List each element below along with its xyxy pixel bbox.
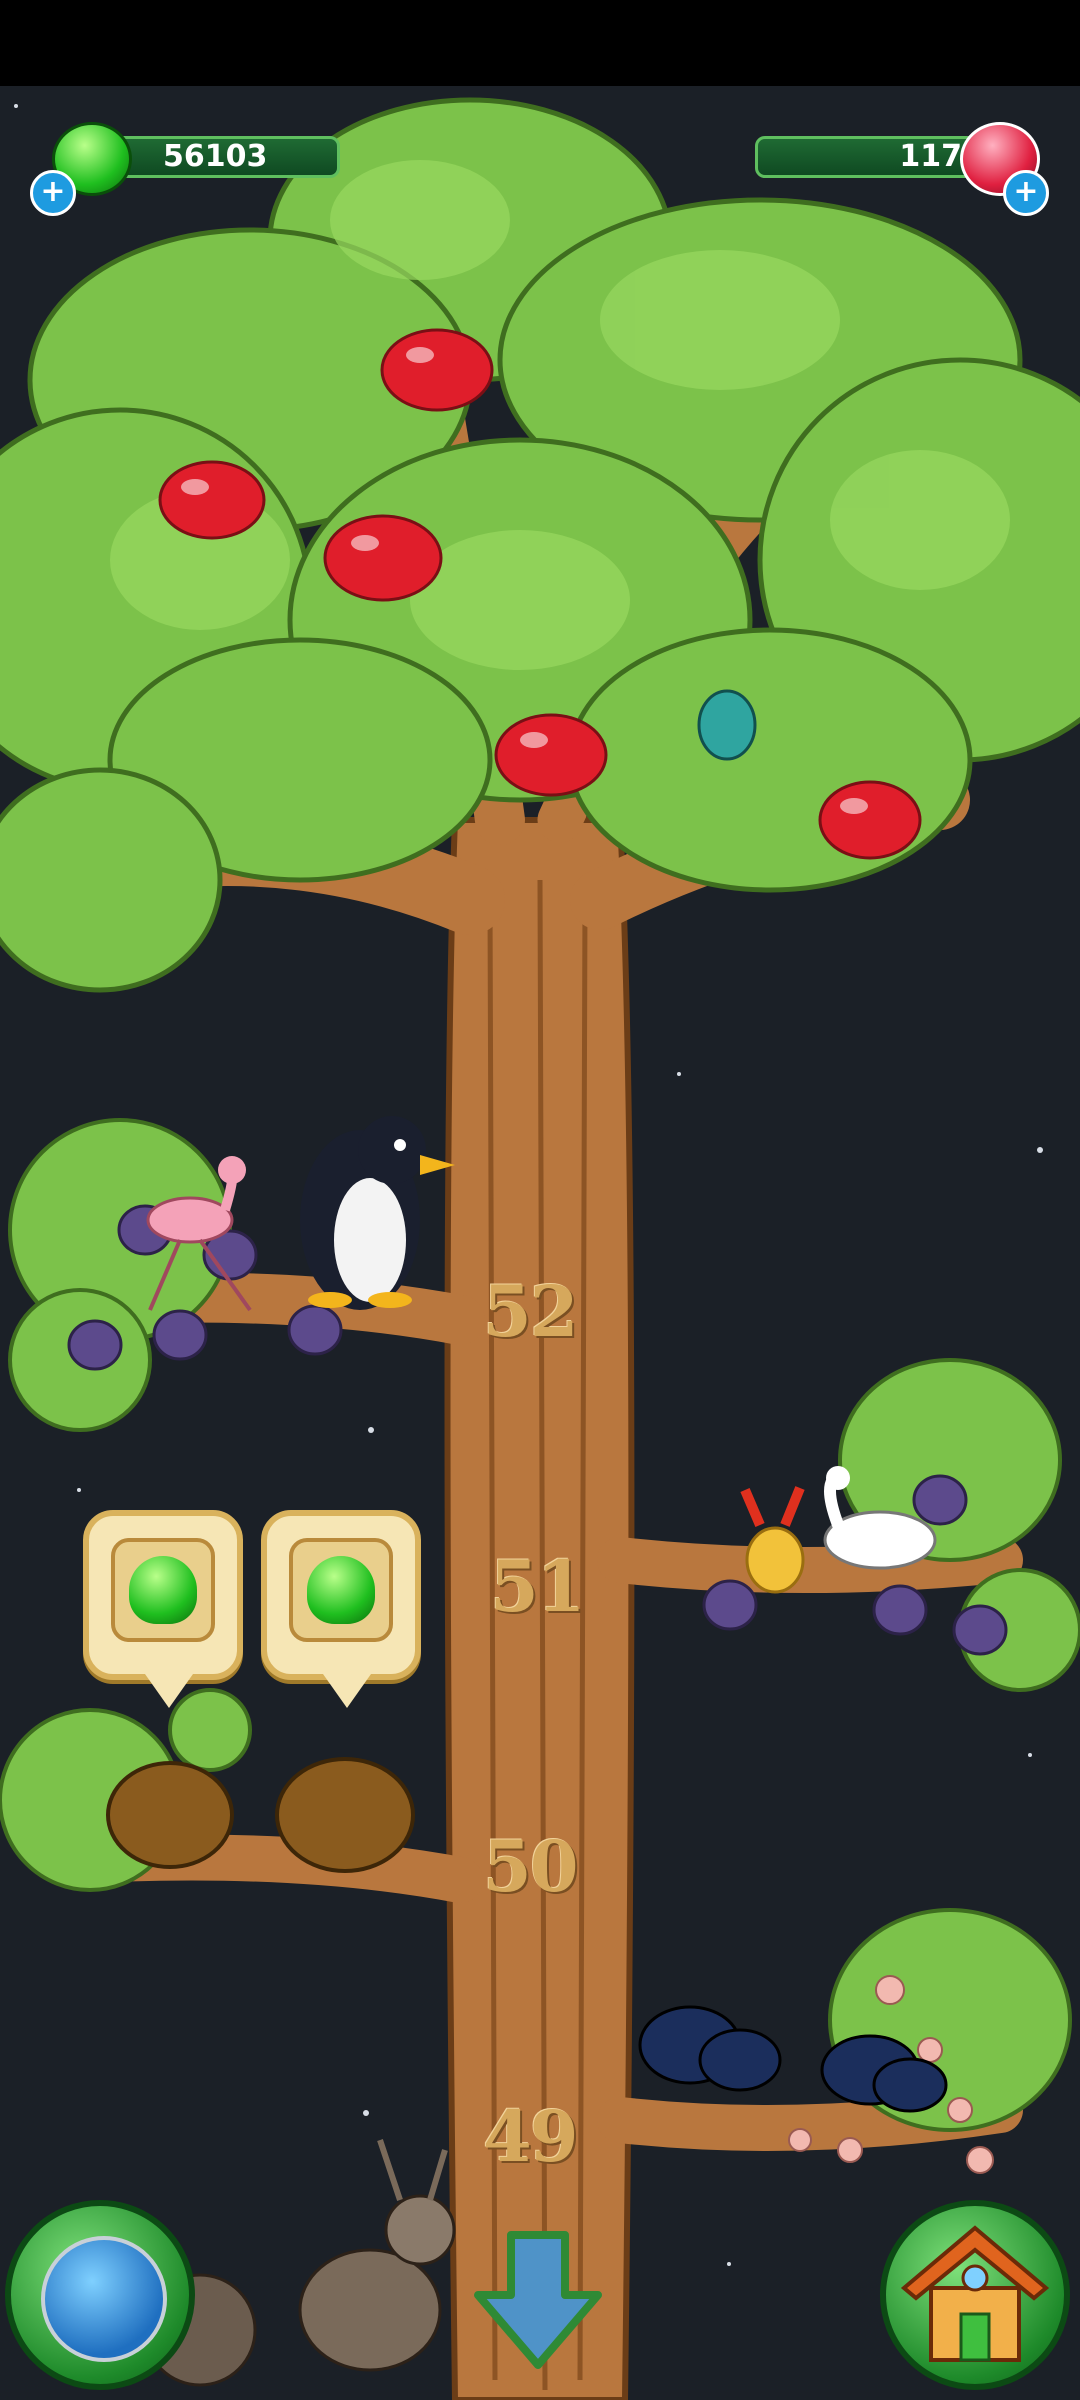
home-button[interactable] <box>880 2200 1070 2390</box>
reward-bubble[interactable] <box>83 1510 243 1708</box>
globe-icon <box>41 2236 167 2362</box>
system-status-bar <box>0 0 1080 86</box>
plus-icon: + <box>40 174 66 209</box>
green-gem-icon <box>111 1538 215 1642</box>
gems-counter: 56103 + <box>30 122 350 216</box>
rabbit <box>740 1486 805 1594</box>
reward-bubble[interactable] <box>261 1510 421 1708</box>
gems-count: 56103 <box>163 139 268 174</box>
house-icon <box>900 2225 1050 2362</box>
tree-level-50: 50 <box>483 1825 578 1908</box>
arrow-down-icon <box>474 2231 602 2369</box>
penguin <box>300 1116 455 1310</box>
scroll-down-button[interactable] <box>473 2230 603 2370</box>
tree-level-52: 52 <box>483 1270 578 1353</box>
game-scene: 56103 + 117 + 52 51 50 49 <box>0 0 1080 2400</box>
tree-illustration <box>0 97 1080 2400</box>
world-map-button[interactable] <box>5 2200 195 2390</box>
tree-level-51: 51 <box>490 1545 585 1628</box>
bubble-tip <box>145 1674 193 1708</box>
reindeer <box>143 2139 456 2387</box>
bubble-tip <box>323 1674 371 1708</box>
add-crystals-button[interactable]: + <box>1003 170 1049 216</box>
tree-level-49: 49 <box>483 2095 578 2178</box>
crystals-count: 117 <box>899 139 962 174</box>
plus-icon: + <box>1013 174 1039 209</box>
green-gem-icon <box>289 1538 393 1642</box>
add-gems-button[interactable]: + <box>30 170 76 216</box>
crystals-counter: 117 + <box>735 122 1055 216</box>
